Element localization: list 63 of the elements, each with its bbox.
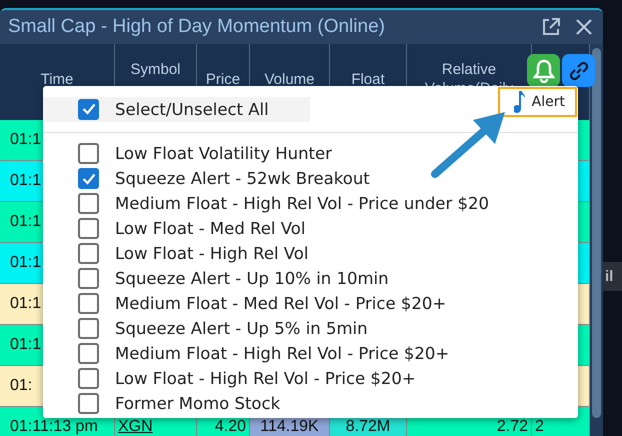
filter-option[interactable]: Medium Float - High Rel Vol - Price under $20 <box>78 191 578 216</box>
checkbox[interactable] <box>78 368 99 389</box>
table-cell: 2.72 <box>496 418 528 435</box>
table-cell: 2 <box>535 418 544 435</box>
table-cell: 01:1 <box>10 172 42 189</box>
checkbox-label: Squeeze Alert - Up 10% in 10min <box>115 269 389 288</box>
table-cell: 01:1 <box>10 213 42 230</box>
table-cell: 01:1 <box>10 131 42 148</box>
checkbox-label: Low Float - High Rel Vol <box>115 244 308 263</box>
filter-option[interactable]: Low Float - High Rel Vol <box>78 241 578 266</box>
table-cell: 8.72M <box>346 418 390 435</box>
column-header: Symbol <box>130 60 181 79</box>
table-cell: 4.20 <box>214 418 246 435</box>
checkbox[interactable] <box>78 168 99 189</box>
filter-option[interactable]: Low Float - Med Rel Vol <box>78 216 578 241</box>
table-cell: 114.19K <box>260 418 319 435</box>
checkbox[interactable] <box>78 318 99 339</box>
checkbox[interactable] <box>78 293 99 314</box>
checkbox[interactable] <box>78 218 99 239</box>
checkbox[interactable] <box>78 98 99 120</box>
filter-option[interactable]: Low Float - High Rel Vol - Price $20+ <box>78 366 578 391</box>
checkbox-label: Low Float - High Rel Vol - Price $20+ <box>115 369 416 388</box>
filter-option[interactable]: Medium Float - High Rel Vol - Price $20+ <box>78 341 578 366</box>
checkbox-label: Low Float Volatility Hunter <box>115 144 332 163</box>
column-header: Volume <box>264 70 315 89</box>
panel-text: il <box>603 262 622 291</box>
checkbox-label: Medium Float - Med Rel Vol - Price $20+ <box>115 294 446 313</box>
filter-option[interactable]: Medium Float - Med Rel Vol - Price $20+ <box>78 291 578 316</box>
checkbox[interactable] <box>78 393 99 414</box>
close-icon[interactable] <box>575 18 593 36</box>
check-icon <box>82 172 96 184</box>
table-cell: 01: <box>10 377 32 394</box>
column-header: Float <box>351 70 385 89</box>
checkbox-label: Low Float - Med Rel Vol <box>115 219 306 238</box>
checkbox-label: Select/Unselect All <box>115 100 269 118</box>
table-cell: 01:1 <box>10 295 42 312</box>
checkbox-label: Squeeze Alert - Up 5% in 5min <box>115 319 368 338</box>
table-cell: 01:1 <box>10 254 42 271</box>
check-icon <box>82 103 96 115</box>
symbol-link[interactable]: XGN <box>118 418 153 435</box>
bell-icon[interactable] <box>527 54 560 87</box>
checkbox-label: Squeeze Alert - 52wk Breakout <box>115 169 370 188</box>
filter-option[interactable]: Squeeze Alert - Up 10% in 10min <box>78 266 578 291</box>
checkbox[interactable] <box>78 268 99 289</box>
column-header: Time <box>40 70 74 89</box>
filter-option[interactable]: Squeeze Alert - Up 5% in 5min <box>78 316 578 341</box>
window-title: Small Cap - High of Day Momentum (Online) <box>8 16 386 38</box>
checkbox-label: Medium Float - High Rel Vol - Price under $20 <box>115 194 489 213</box>
table-cell: 01:1 <box>10 336 42 353</box>
scrollbar[interactable] <box>590 44 603 436</box>
filter-option[interactable]: Squeeze Alert - 52wk Breakout <box>78 166 578 191</box>
music-note-icon <box>514 90 526 114</box>
filter-option[interactable]: Low Float Volatility Hunter <box>78 141 578 166</box>
checkbox[interactable] <box>78 143 99 164</box>
link-icon[interactable] <box>562 54 595 87</box>
checkbox[interactable] <box>78 343 99 364</box>
column-header: Price <box>206 70 240 89</box>
checkbox[interactable] <box>78 243 99 264</box>
popout-icon[interactable] <box>541 17 561 37</box>
checkbox[interactable] <box>78 193 99 214</box>
checkbox-label: Medium Float - High Rel Vol - Price $20+ <box>115 344 450 363</box>
table-cell: 01:11:13 pm <box>10 418 98 435</box>
alert-button[interactable]: Alert <box>498 87 577 117</box>
